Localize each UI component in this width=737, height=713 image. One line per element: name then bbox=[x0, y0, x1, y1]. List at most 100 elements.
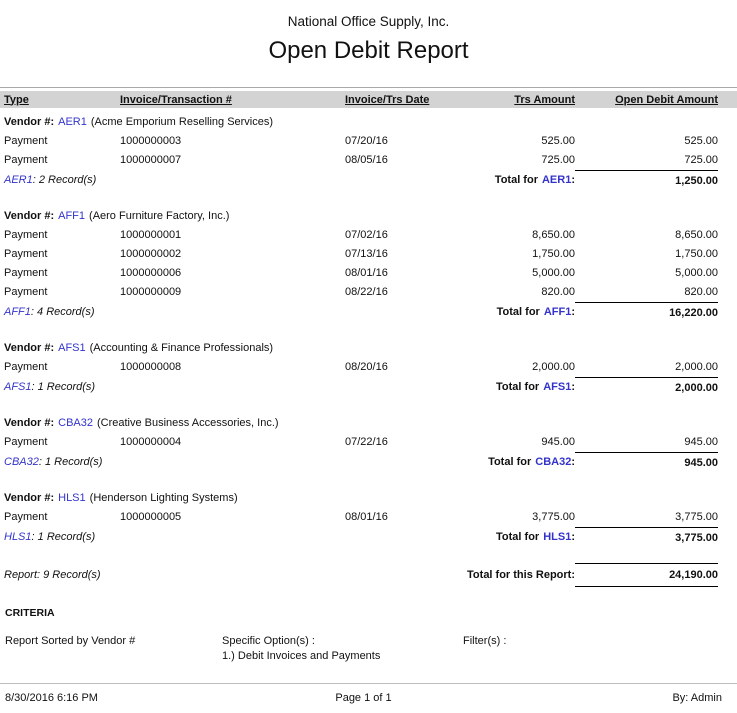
records-text: : 1 Record(s) bbox=[39, 456, 103, 468]
cell-invoice: 1000000002 bbox=[120, 245, 345, 264]
vendor-label: Vendor #: bbox=[4, 489, 54, 508]
vendor-label: Vendor #: bbox=[4, 339, 54, 358]
vendor-code-link[interactable]: AFS1 bbox=[4, 381, 32, 393]
vendor-code-link[interactable]: HLS1 bbox=[543, 531, 571, 543]
cell-date: 07/02/16 bbox=[345, 226, 460, 245]
cell-open-debit: 945.00 bbox=[575, 433, 718, 452]
table-row: Payment 1000000001 07/02/16 8,650.00 8,6… bbox=[0, 226, 737, 245]
cell-trs-amount: 8,650.00 bbox=[460, 226, 575, 245]
vendor-header: Vendor #: CBA32 (Creative Business Acces… bbox=[0, 414, 737, 433]
report-summary: Report: 9 Record(s) Total for this Repor… bbox=[0, 563, 737, 587]
vendor-code-link[interactable]: AFS1 bbox=[543, 381, 571, 393]
cell-trs-amount: 820.00 bbox=[460, 283, 575, 302]
table-row: Payment 1000000002 07/13/16 1,750.00 1,7… bbox=[0, 245, 737, 264]
records-count: AER1: 2 Record(s) bbox=[4, 170, 460, 191]
column-header-invoice: Invoice/Transaction # bbox=[120, 94, 345, 106]
vendor-name: (Acme Emporium Reselling Services) bbox=[91, 113, 273, 132]
vendor-code-link[interactable]: AFF1 bbox=[544, 306, 572, 318]
table-row: Payment 1000000008 08/20/16 2,000.00 2,0… bbox=[0, 358, 737, 377]
criteria-heading: CRITERIA bbox=[0, 607, 737, 621]
group-footer: HLS1: 1 Record(s) Total forHLS1: 3,775.0… bbox=[0, 527, 737, 548]
table-row: Payment 1000000009 08/22/16 820.00 820.0… bbox=[0, 283, 737, 302]
vendor-code-link[interactable]: CBA32 bbox=[535, 456, 571, 468]
table-row: Payment 1000000005 08/01/16 3,775.00 3,7… bbox=[0, 508, 737, 527]
company-name: National Office Supply, Inc. bbox=[0, 0, 737, 30]
vendor-code-link[interactable]: AFS1 bbox=[58, 339, 86, 358]
vendor-label: Vendor #: bbox=[4, 113, 54, 132]
report-page: National Office Supply, Inc. Open Debit … bbox=[0, 0, 737, 713]
vendor-group: Vendor #: CBA32 (Creative Business Acces… bbox=[0, 414, 737, 473]
records-text: : 4 Record(s) bbox=[31, 306, 95, 318]
cell-trs-amount: 2,000.00 bbox=[460, 358, 575, 377]
vendor-code-link[interactable]: HLS1 bbox=[58, 489, 86, 508]
cell-date: 08/22/16 bbox=[345, 283, 460, 302]
vendor-header: Vendor #: AER1 (Acme Emporium Reselling … bbox=[0, 113, 737, 132]
vendor-group: Vendor #: AFS1 (Accounting & Finance Pro… bbox=[0, 339, 737, 398]
group-total-amount: 3,775.00 bbox=[575, 527, 718, 548]
records-count: HLS1: 1 Record(s) bbox=[4, 527, 460, 548]
criteria-row: Report Sorted by Vendor # Specific Optio… bbox=[0, 635, 737, 662]
records-count: AFF1: 4 Record(s) bbox=[4, 302, 460, 323]
vendor-code-link[interactable]: AFF1 bbox=[4, 306, 31, 318]
table-top-divider bbox=[0, 87, 737, 88]
group-total-label: Total forAFS1: bbox=[460, 377, 575, 398]
criteria-filters-label: Filter(s) : bbox=[463, 635, 737, 647]
cell-type: Payment bbox=[4, 433, 120, 452]
vendor-code-link[interactable]: AFF1 bbox=[58, 207, 85, 226]
column-header-date: Invoice/Trs Date bbox=[345, 94, 460, 106]
records-text: : 1 Record(s) bbox=[32, 531, 96, 543]
records-text: : 1 Record(s) bbox=[32, 381, 96, 393]
cell-open-debit: 5,000.00 bbox=[575, 264, 718, 283]
cell-invoice: 1000000009 bbox=[120, 283, 345, 302]
cell-trs-amount: 525.00 bbox=[460, 132, 575, 151]
cell-trs-amount: 3,775.00 bbox=[460, 508, 575, 527]
cell-date: 07/22/16 bbox=[345, 433, 460, 452]
cell-open-debit: 820.00 bbox=[575, 283, 718, 302]
vendor-name: (Aero Furniture Factory, Inc.) bbox=[89, 207, 229, 226]
cell-trs-amount: 725.00 bbox=[460, 151, 575, 170]
records-count: AFS1: 1 Record(s) bbox=[4, 377, 460, 398]
cell-type: Payment bbox=[4, 283, 120, 302]
vendor-code-link[interactable]: HLS1 bbox=[4, 531, 32, 543]
group-footer: CBA32: 1 Record(s) Total forCBA32: 945.0… bbox=[0, 452, 737, 473]
vendor-code-link[interactable]: CBA32 bbox=[4, 456, 39, 468]
vendor-header: Vendor #: AFF1 (Aero Furniture Factory, … bbox=[0, 207, 737, 226]
vendor-code-link[interactable]: AER1 bbox=[4, 174, 33, 186]
cell-open-debit: 8,650.00 bbox=[575, 226, 718, 245]
vendor-group: Vendor #: HLS1 (Henderson Lighting Syste… bbox=[0, 489, 737, 548]
column-header-type: Type bbox=[4, 94, 120, 106]
table-row: Payment 1000000007 08/05/16 725.00 725.0… bbox=[0, 151, 737, 170]
cell-type: Payment bbox=[4, 245, 120, 264]
criteria-option: 1.) Debit Invoices and Payments bbox=[222, 650, 463, 662]
cell-open-debit: 3,775.00 bbox=[575, 508, 718, 527]
group-total-amount: 2,000.00 bbox=[575, 377, 718, 398]
footer-page: Page 1 of 1 bbox=[244, 692, 483, 704]
group-total-label: Total forAFF1: bbox=[460, 302, 575, 323]
table-row: Payment 1000000003 07/20/16 525.00 525.0… bbox=[0, 132, 737, 151]
cell-type: Payment bbox=[4, 151, 120, 170]
cell-trs-amount: 1,750.00 bbox=[460, 245, 575, 264]
cell-date: 08/20/16 bbox=[345, 358, 460, 377]
cell-invoice: 1000000005 bbox=[120, 508, 345, 527]
group-footer: AFF1: 4 Record(s) Total forAFF1: 16,220.… bbox=[0, 302, 737, 323]
page-title: Open Debit Report bbox=[0, 37, 737, 65]
vendor-label: Vendor #: bbox=[4, 414, 54, 433]
group-total-label: Total forHLS1: bbox=[460, 527, 575, 548]
report-total-amount: 24,190.00 bbox=[575, 563, 718, 587]
cell-date: 08/01/16 bbox=[345, 508, 460, 527]
table-row: Payment 1000000004 07/22/16 945.00 945.0… bbox=[0, 433, 737, 452]
cell-open-debit: 2,000.00 bbox=[575, 358, 718, 377]
criteria-options-label: Specific Option(s) : bbox=[222, 635, 463, 647]
cell-date: 07/20/16 bbox=[345, 132, 460, 151]
vendor-code-link[interactable]: AER1 bbox=[58, 113, 87, 132]
cell-date: 07/13/16 bbox=[345, 245, 460, 264]
group-footer: AER1: 2 Record(s) Total forAER1: 1,250.0… bbox=[0, 170, 737, 191]
cell-date: 08/05/16 bbox=[345, 151, 460, 170]
cell-invoice: 1000000004 bbox=[120, 433, 345, 452]
cell-type: Payment bbox=[4, 264, 120, 283]
vendor-code-link[interactable]: CBA32 bbox=[58, 414, 93, 433]
table-row: Payment 1000000006 08/01/16 5,000.00 5,0… bbox=[0, 264, 737, 283]
total-for-text: Total for bbox=[496, 531, 539, 543]
total-for-text: Total for bbox=[495, 174, 538, 186]
vendor-code-link[interactable]: AER1 bbox=[542, 174, 571, 186]
